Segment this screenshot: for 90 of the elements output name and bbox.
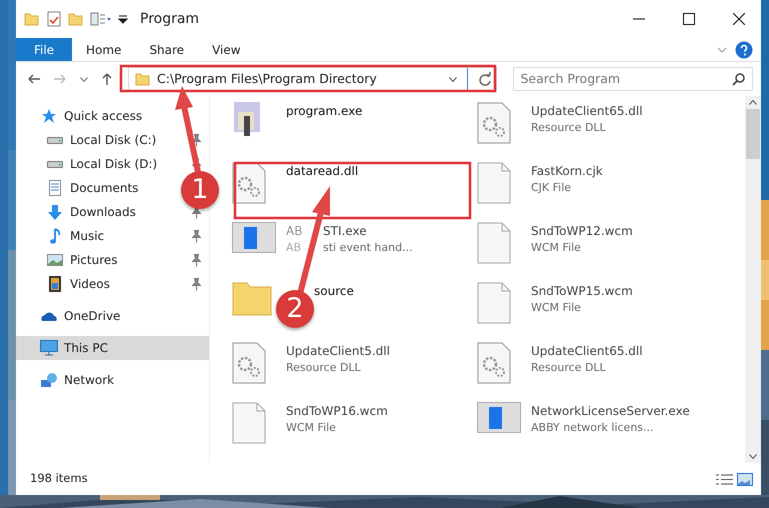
chevron-down-icon [80, 76, 88, 82]
file-icon[interactable] [477, 222, 511, 264]
ribbon-tab[interactable]: File [16, 38, 72, 61]
app-window-icon[interactable] [232, 222, 276, 253]
file-name[interactable]: UpdateClient65.dll [531, 342, 643, 360]
file-type: WCM File [286, 420, 336, 436]
file-type: WCM File [531, 300, 581, 316]
minimize-icon [633, 18, 645, 20]
scroll-down-icon[interactable] [749, 454, 757, 459]
sidebar-item[interactable]: Local Disk (D:) [16, 152, 174, 176]
sidebar-item[interactable]: Documents [16, 176, 174, 200]
properties-icon[interactable] [46, 11, 62, 27]
file-type: Resource DLL [286, 360, 361, 376]
sidebar-item[interactable]: Downloads [16, 200, 174, 224]
sidebar-item[interactable]: This PC [16, 336, 209, 360]
file-name[interactable]: SndToWP15.wcm [531, 282, 633, 300]
scroll-thumb[interactable] [746, 109, 760, 159]
file-name[interactable]: FastKorn.cjk [531, 162, 603, 180]
file-name[interactable]: NetworkLicenseServer.exe [531, 402, 690, 420]
ribbon-tab[interactable]: Share [135, 38, 198, 61]
folder-icon [135, 71, 151, 87]
music-note-icon [50, 228, 60, 244]
sidebar-item[interactable]: OneDrive [16, 304, 174, 328]
download-arrow-icon [48, 204, 62, 220]
sidebar-item[interactable]: Quick access [16, 104, 174, 128]
file-type: AB [286, 240, 302, 256]
scroll-up-icon[interactable] [749, 100, 757, 105]
file-name[interactable]: AB [286, 222, 323, 240]
scrollbar[interactable] [745, 96, 761, 463]
file-icon[interactable] [477, 162, 511, 204]
network-icon [41, 373, 57, 387]
document-icon [49, 180, 61, 196]
pin-icon[interactable] [192, 230, 201, 242]
file-type: sti event hand... [323, 240, 413, 256]
drive-icon [47, 160, 63, 168]
gears-file-icon[interactable] [477, 342, 511, 384]
picture-icon [47, 254, 63, 266]
search-icon [732, 72, 746, 86]
monitor-icon [40, 340, 58, 356]
file-type: Resource DLL [531, 120, 606, 136]
sidebar-item[interactable]: Music [16, 224, 174, 248]
file-name[interactable]: SndToWP12.wcm [531, 222, 633, 240]
file-name[interactable]: STI.exe [323, 222, 367, 240]
cloud-icon [41, 311, 57, 321]
forward-arrow-icon [54, 74, 66, 84]
gears-file-icon[interactable] [232, 342, 266, 384]
sidebar-item[interactable]: Videos [16, 272, 174, 296]
file-name[interactable]: dataread.dll [286, 162, 358, 180]
chevron-down-icon[interactable] [449, 76, 458, 82]
maximize-icon [683, 13, 695, 25]
file-name[interactable]: source [314, 282, 354, 300]
address-bar[interactable]: C:\Program Files\Program Directory [128, 67, 498, 91]
file-name[interactable]: program.exe [286, 102, 362, 120]
file-name[interactable]: UpdateClient5.dll [286, 342, 390, 360]
large-icons-view-icon[interactable] [737, 472, 753, 486]
sidebar-item[interactable]: Local Disk (C:) [16, 128, 174, 152]
ribbon-tab[interactable]: View [198, 38, 255, 61]
search-box[interactable]: Search Program [513, 67, 753, 91]
file-icon[interactable] [477, 282, 511, 324]
file-type: ABBY network licens... [531, 420, 654, 436]
expand-ribbon-icon[interactable] [717, 47, 727, 53]
customize-icon[interactable] [118, 14, 128, 24]
star-icon [41, 108, 57, 124]
file-type: WCM File [531, 240, 581, 256]
pin-icon[interactable] [192, 134, 201, 146]
ribbon-tab[interactable]: Home [72, 38, 136, 61]
file-icon[interactable] [232, 402, 266, 444]
help-icon[interactable] [735, 41, 753, 59]
pin-icon[interactable] [192, 254, 201, 266]
gears-file-icon[interactable] [477, 102, 511, 144]
folder-icon [24, 11, 40, 27]
back-arrow-icon [28, 74, 40, 84]
film-icon [49, 276, 61, 292]
item-count: 198 items [30, 470, 89, 488]
file-name[interactable]: SndToWP16.wcm [286, 402, 388, 420]
refresh-icon[interactable] [478, 72, 492, 86]
view-menu-icon[interactable] [90, 11, 112, 27]
window-title: Program [140, 10, 200, 28]
sidebar-item[interactable]: Network [16, 368, 174, 392]
close-icon [733, 13, 745, 25]
app-window-icon[interactable] [477, 402, 521, 433]
up-arrow-icon [102, 73, 112, 85]
program-icon[interactable] [232, 102, 262, 136]
details-view-icon[interactable] [716, 474, 733, 484]
file-type: Resource DLL [531, 360, 606, 376]
file-name[interactable]: UpdateClient65.dll [531, 102, 643, 120]
sidebar-item[interactable]: Pictures [16, 248, 174, 272]
file-type: CJK File [531, 180, 572, 196]
drive-icon [47, 136, 63, 144]
pin-icon[interactable] [192, 278, 201, 290]
